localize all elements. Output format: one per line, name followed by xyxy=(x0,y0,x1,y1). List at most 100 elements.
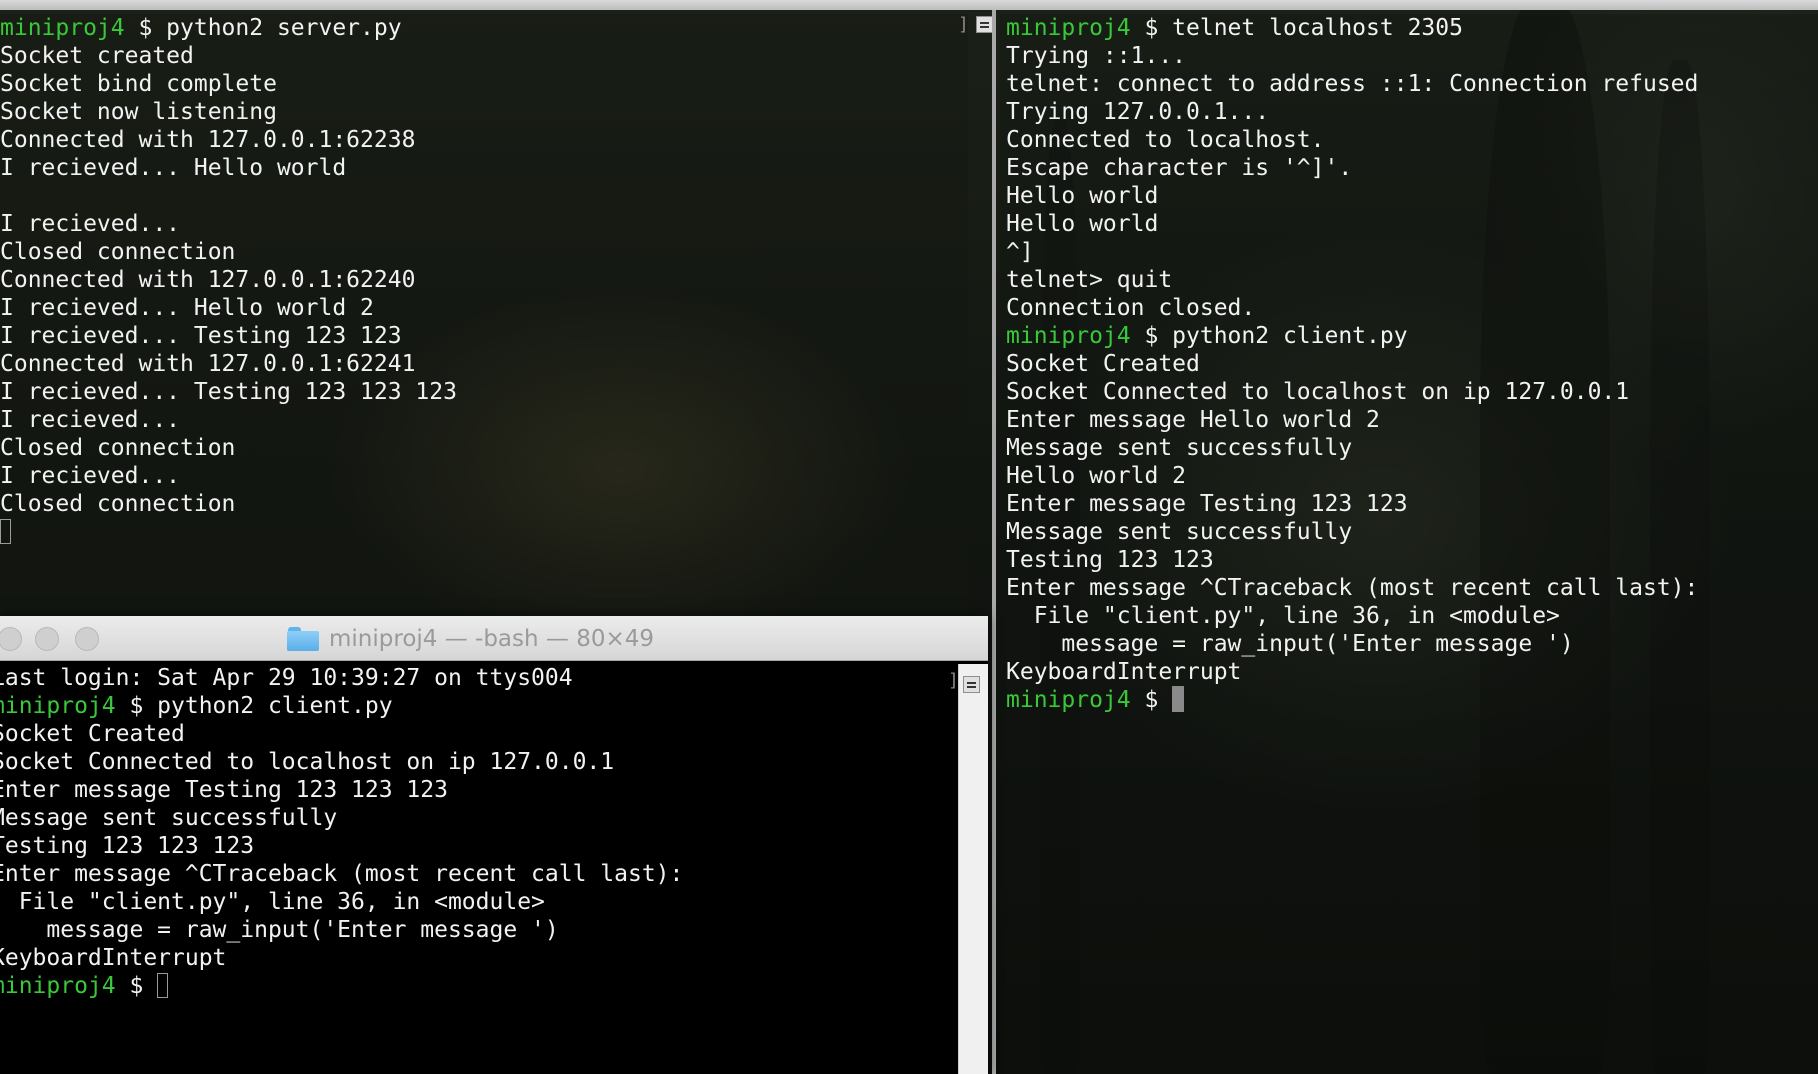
output-line: I recieved... Testing 123 123 xyxy=(0,322,968,350)
prompt-hostname: miniproj4 xyxy=(1006,687,1131,713)
line-text: Message sent successfully xyxy=(1006,519,1353,545)
output-line: Socket created xyxy=(0,42,968,70)
prompt-line[interactable] xyxy=(0,518,968,546)
server-terminal[interactable]: miniproj4 $ python2 server.py Socket crea… xyxy=(0,14,968,614)
output-line: ^] xyxy=(1006,238,1818,266)
folder-icon xyxy=(287,627,319,651)
scroll-marker: ] xyxy=(948,670,959,691)
prompt-line[interactable]: miniproj4 $ xyxy=(1006,686,1818,714)
line-text: Message sent successfully xyxy=(1006,435,1353,461)
output-line: Hello world 2 xyxy=(1006,462,1818,490)
pane-divider[interactable] xyxy=(992,10,996,1074)
line-text: I recieved... Testing 123 123 xyxy=(0,323,402,349)
line-text: Escape character is '^]'. xyxy=(1006,155,1353,181)
window-title: miniproj4 — -bash — 80×49 xyxy=(329,626,655,652)
line-text: Socket created xyxy=(0,43,194,69)
output-line: Last login: Sat Apr 29 10:39:27 on ttys0… xyxy=(0,664,955,692)
line-text: I recieved... Hello world 2 xyxy=(0,295,374,321)
output-line: Hello world xyxy=(1006,182,1818,210)
output-line: Message sent successfully xyxy=(1006,434,1818,462)
prompt-hostname: miniproj4 xyxy=(0,973,116,999)
line-text: Enter message Testing 123 123 xyxy=(1006,491,1408,517)
text-cursor[interactable] xyxy=(157,973,169,998)
line-text: I recieved... xyxy=(0,211,181,237)
output-line: Escape character is '^]'. xyxy=(1006,154,1818,182)
output-line: I recieved... Testing 123 123 123 xyxy=(0,378,968,406)
line-text: $ python2 server.py xyxy=(124,15,402,41)
output-line: Socket Connected to localhost on ip 127.… xyxy=(0,748,955,776)
line-text: Connection closed. xyxy=(1006,295,1256,321)
line-text: message = raw_input('Enter message ') xyxy=(0,917,559,943)
output-line: Socket now listening xyxy=(0,98,968,126)
output-line: Closed connection xyxy=(0,434,968,462)
prompt-symbol: $ xyxy=(115,973,158,999)
line-text: Socket Created xyxy=(1006,351,1200,377)
telnet-terminal[interactable]: miniproj4 $ telnet localhost 2305 Trying … xyxy=(1000,14,1818,1074)
output-line: Message sent successfully xyxy=(0,804,955,832)
output-line: Socket Created xyxy=(0,720,955,748)
line-text: Connected with 127.0.0.1:62241 xyxy=(0,351,416,377)
scroll-marker: ] xyxy=(958,14,969,35)
line-text: Connected with 127.0.0.1:62238 xyxy=(0,127,416,153)
line-text: Enter message ^CTraceback (most recent c… xyxy=(0,861,684,887)
prompt-line: miniproj4 $ telnet localhost 2305 xyxy=(1006,14,1818,42)
output-line: File "client.py", line 36, in <module> xyxy=(1006,602,1818,630)
split-pane-button[interactable] xyxy=(963,676,980,693)
output-line: Hello world xyxy=(1006,210,1818,238)
line-text: telnet: connect to address ::1: Connecti… xyxy=(1006,71,1699,97)
line-text: Testing 123 123 xyxy=(1006,547,1214,573)
line-text: KeyboardInterrupt xyxy=(0,945,227,971)
prompt-line: miniproj4 $ python2 client.py xyxy=(0,692,955,720)
zoom-window-button[interactable] xyxy=(75,627,99,651)
line-text: Trying 127.0.0.1... xyxy=(1006,99,1270,125)
output-line: Socket bind complete xyxy=(0,70,968,98)
output-line: Enter message Hello world 2 xyxy=(1006,406,1818,434)
prompt-hostname: miniproj4 xyxy=(1006,15,1131,41)
line-text: Socket Connected to localhost on ip 127.… xyxy=(1006,379,1630,405)
output-line: message = raw_input('Enter message ') xyxy=(0,916,955,944)
line-text: I recieved... Hello world xyxy=(0,155,347,181)
output-line: Message sent successfully xyxy=(1006,518,1818,546)
text-cursor[interactable] xyxy=(1172,686,1185,712)
line-text: Enter message Testing 123 123 123 xyxy=(0,777,448,803)
line-text: Closed connection xyxy=(0,491,236,517)
minimize-window-button[interactable] xyxy=(35,627,59,651)
client-terminal-window[interactable]: miniproj4 — -bash — 80×49 Last login: Sa… xyxy=(0,616,988,1074)
line-text: telnet> quit xyxy=(1006,267,1173,293)
output-line: File "client.py", line 36, in <module> xyxy=(0,888,955,916)
close-window-button[interactable] xyxy=(0,627,22,651)
line-text: Trying ::1... xyxy=(1006,43,1187,69)
line-text: Hello world xyxy=(1006,211,1159,237)
output-line: Socket Connected to localhost on ip 127.… xyxy=(1006,378,1818,406)
line-text: Enter message Hello world 2 xyxy=(1006,407,1380,433)
prompt-symbol: $ xyxy=(1130,687,1173,713)
text-cursor[interactable] xyxy=(0,519,11,544)
output-line: Closed connection xyxy=(0,490,968,518)
output-line: Testing 123 123 xyxy=(1006,546,1818,574)
output-line: I recieved... xyxy=(0,406,968,434)
prompt-line[interactable]: miniproj4 $ xyxy=(0,972,955,1000)
split-pane-button[interactable] xyxy=(976,16,993,33)
line-text: Hello world 2 xyxy=(1006,463,1187,489)
line-text: File "client.py", line 36, in <module> xyxy=(0,889,545,915)
prompt-hostname: miniproj4 xyxy=(1006,323,1131,349)
window-titlebar[interactable]: miniproj4 — -bash — 80×49 xyxy=(0,616,988,661)
output-line: Testing 123 123 123 xyxy=(0,832,955,860)
line-text: message = raw_input('Enter message ') xyxy=(1006,631,1574,657)
prompt-line: miniproj4 $ python2 client.py xyxy=(1006,322,1818,350)
output-line: Enter message Testing 123 123 xyxy=(1006,490,1818,518)
output-line: Trying ::1... xyxy=(1006,42,1818,70)
output-line: Connected with 127.0.0.1:62241 xyxy=(0,350,968,378)
output-line: telnet> quit xyxy=(1006,266,1818,294)
output-line: message = raw_input('Enter message ') xyxy=(1006,630,1818,658)
output-line: KeyboardInterrupt xyxy=(1006,658,1818,686)
output-line: KeyboardInterrupt xyxy=(0,944,955,972)
client-terminal-pane[interactable]: Last login: Sat Apr 29 10:39:27 on ttys0… xyxy=(0,664,955,1074)
scrollbar-track[interactable] xyxy=(958,664,988,1074)
line-text: Closed connection xyxy=(0,435,236,461)
output-line: Enter message ^CTraceback (most recent c… xyxy=(1006,574,1818,602)
output-line: I recieved... Hello world xyxy=(0,154,968,182)
output-line: I recieved... xyxy=(0,462,968,490)
output-line: telnet: connect to address ::1: Connecti… xyxy=(1006,70,1818,98)
